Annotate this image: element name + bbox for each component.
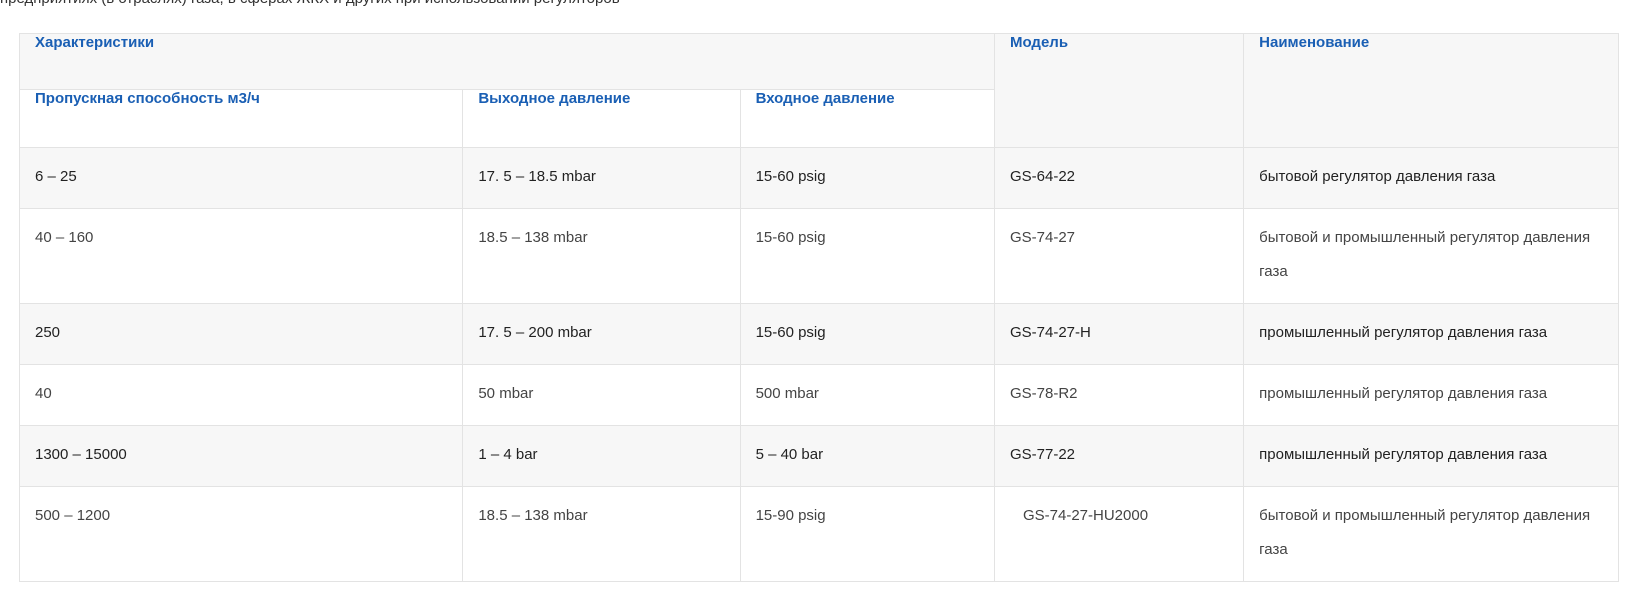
cell-outlet: 1 – 4 bar: [462, 425, 741, 487]
cell-outlet: 18.5 – 138 mbar: [462, 486, 741, 582]
cell-outlet: 18.5 – 138 mbar: [462, 208, 741, 304]
cell-model: GS-74-27-HU2000: [993, 486, 1245, 582]
specs-table: Характеристики Модель Наименование Пропу…: [18, 33, 1619, 582]
header-outlet-pressure: Выходное давление: [462, 89, 741, 148]
cell-name: промышленный регулятор давления газа: [1243, 303, 1619, 365]
cell-outlet: 17. 5 – 200 mbar: [462, 303, 741, 365]
cell-name: промышленный регулятор давления газа: [1243, 364, 1619, 426]
cell-inlet: 5 – 40 bar: [739, 425, 995, 487]
cell-inlet: 15-60 psig: [739, 303, 995, 365]
cell-inlet: 15-60 psig: [739, 208, 995, 304]
cell-inlet: 500 mbar: [739, 364, 995, 426]
cell-model: GS-64-22: [993, 147, 1245, 209]
cell-model: GS-74-27: [993, 208, 1245, 304]
cell-throughput: 250: [18, 303, 464, 365]
cell-throughput: 40: [18, 364, 464, 426]
cell-throughput: 40 – 160: [18, 208, 464, 304]
header-characteristics: Характеристики: [19, 33, 995, 90]
cell-name: промышленный регулятор давления газа: [1243, 425, 1619, 487]
header-model: Модель: [993, 33, 1245, 148]
header-inlet-pressure: Входное давление: [739, 89, 995, 148]
cell-name: бытовой и промышленный регулятор давлени…: [1243, 486, 1619, 582]
cell-model: GS-74-27-H: [993, 303, 1245, 365]
page: предприятиях (в отраслях) газа, в сферах…: [0, 0, 1629, 591]
intro-text-cut: предприятиях (в отраслях) газа, в сферах…: [0, 0, 1629, 8]
table-row: 1300 – 15000 1 – 4 bar 5 – 40 bar GS-77-…: [18, 425, 1619, 487]
table-row: 250 17. 5 – 200 mbar 15-60 psig GS-74-27…: [18, 303, 1619, 365]
cell-name: бытовой регулятор давления газа: [1243, 147, 1619, 209]
cell-outlet: 17. 5 – 18.5 mbar: [462, 147, 741, 209]
cell-outlet: 50 mbar: [462, 364, 741, 426]
cell-throughput: 1300 – 15000: [18, 425, 464, 487]
cell-inlet: 15-60 psig: [739, 147, 995, 209]
cell-name: бытовой и промышленный регулятор давлени…: [1243, 208, 1619, 304]
header-throughput: Пропускная способность м3/ч: [18, 89, 464, 148]
table-row: 40 50 mbar 500 mbar GS-78-R2 промышленны…: [18, 364, 1619, 426]
header-row-top: Характеристики Модель Наименование: [19, 33, 1619, 148]
cell-model: GS-77-22: [993, 425, 1245, 487]
table-row: 500 – 1200 18.5 – 138 mbar 15-90 psig GS…: [18, 486, 1619, 582]
cell-model: GS-78-R2: [993, 364, 1245, 426]
table-row: 40 – 160 18.5 – 138 mbar 15-60 psig GS-7…: [18, 208, 1619, 304]
cell-throughput: 500 – 1200: [18, 486, 464, 582]
cell-inlet: 15-90 psig: [739, 486, 995, 582]
header-name: Наименование: [1243, 33, 1619, 148]
table-row: 6 – 25 17. 5 – 18.5 mbar 15-60 psig GS-6…: [18, 147, 1619, 209]
cell-throughput: 6 – 25: [18, 147, 464, 209]
